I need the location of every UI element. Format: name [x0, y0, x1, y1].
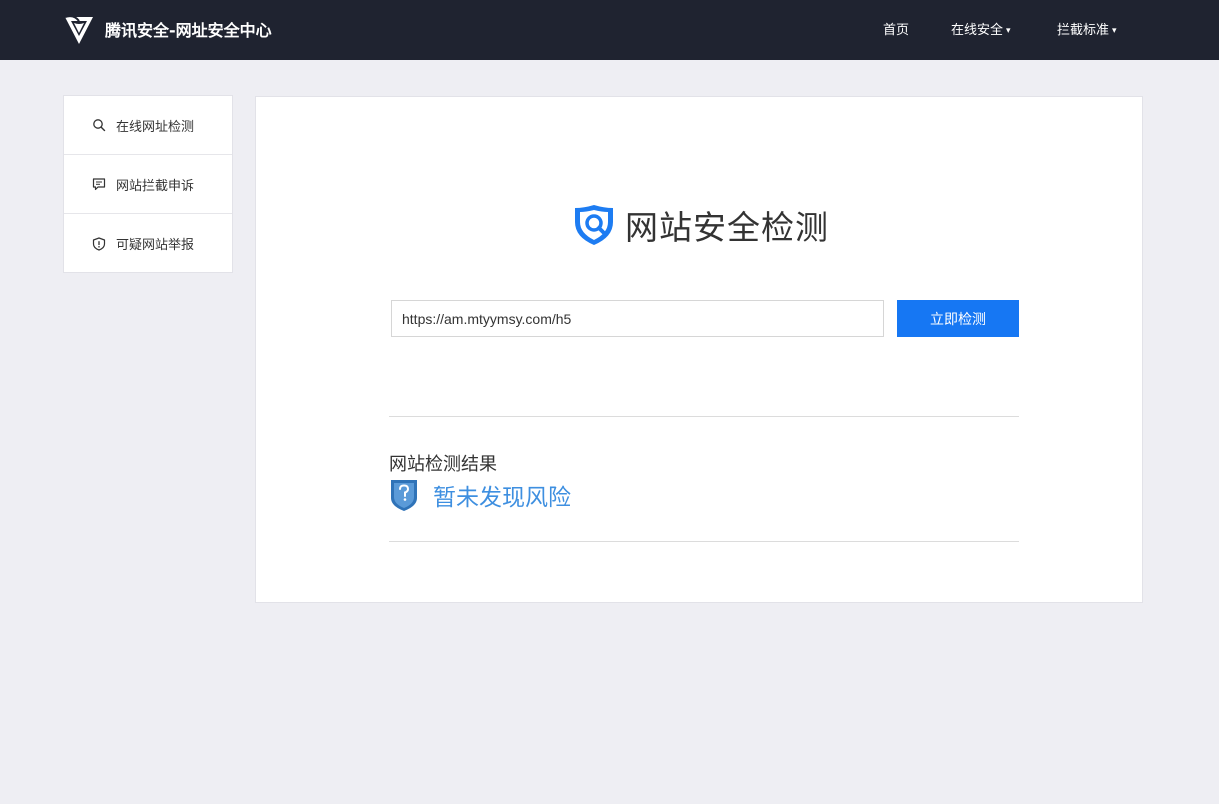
- page-title: 网站安全检测: [625, 208, 829, 247]
- chevron-down-icon: ▾: [1006, 26, 1011, 36]
- nav-home[interactable]: 首页: [883, 19, 909, 38]
- brand[interactable]: 腾讯安全-网址安全中心: [62, 12, 272, 46]
- divider: [389, 541, 1019, 542]
- tencent-security-logo-icon: [64, 15, 93, 44]
- nav-home-label: 首页: [883, 23, 910, 38]
- page-title-block: 网站安全检测: [571, 201, 829, 249]
- shield-search-icon: [575, 205, 613, 245]
- url-input[interactable]: [391, 300, 884, 337]
- nav-block-standards[interactable]: 拦截标准 ▾: [1057, 19, 1117, 38]
- chevron-down-icon: ▾: [1112, 26, 1117, 36]
- check-now-button[interactable]: 立即检测: [897, 300, 1019, 337]
- search-icon: [93, 119, 106, 132]
- nav-online-security-label: 在线安全: [951, 23, 1004, 38]
- shield-unknown-icon: [391, 480, 417, 511]
- sidebar-item-label: 可疑网站举报: [116, 238, 195, 253]
- result-status: 暂未发现风险: [389, 478, 571, 512]
- result-status-text: 暂未发现风险: [433, 485, 571, 511]
- sidebar-item-url-check[interactable]: 在线网址检测: [64, 96, 232, 155]
- message-icon: [92, 178, 106, 191]
- sidebar-item-block-appeal[interactable]: 网站拦截申诉: [64, 155, 232, 214]
- brand-title: 腾讯安全-网址安全中心: [105, 21, 272, 40]
- top-nav-bar: 腾讯安全-网址安全中心 首页 在线安全 ▾ 拦截标准 ▾: [0, 0, 1219, 60]
- sidebar-item-label: 在线网址检测: [116, 119, 195, 135]
- shield-alert-icon: [92, 236, 106, 251]
- sidebar: 在线网址检测 网站拦截申诉 可疑网站举报: [63, 95, 233, 273]
- nav-online-security[interactable]: 在线安全 ▾: [951, 19, 1011, 38]
- result-heading: 网站检测结果: [389, 454, 497, 475]
- divider: [389, 416, 1019, 417]
- sidebar-item-report-suspicious[interactable]: 可疑网站举报: [64, 214, 232, 273]
- sidebar-item-label: 网站拦截申诉: [116, 178, 195, 194]
- main-card: 网站安全检测 立即检测 网站检测结果 暂未发现风险: [255, 96, 1143, 603]
- nav-block-standards-label: 拦截标准: [1057, 23, 1110, 38]
